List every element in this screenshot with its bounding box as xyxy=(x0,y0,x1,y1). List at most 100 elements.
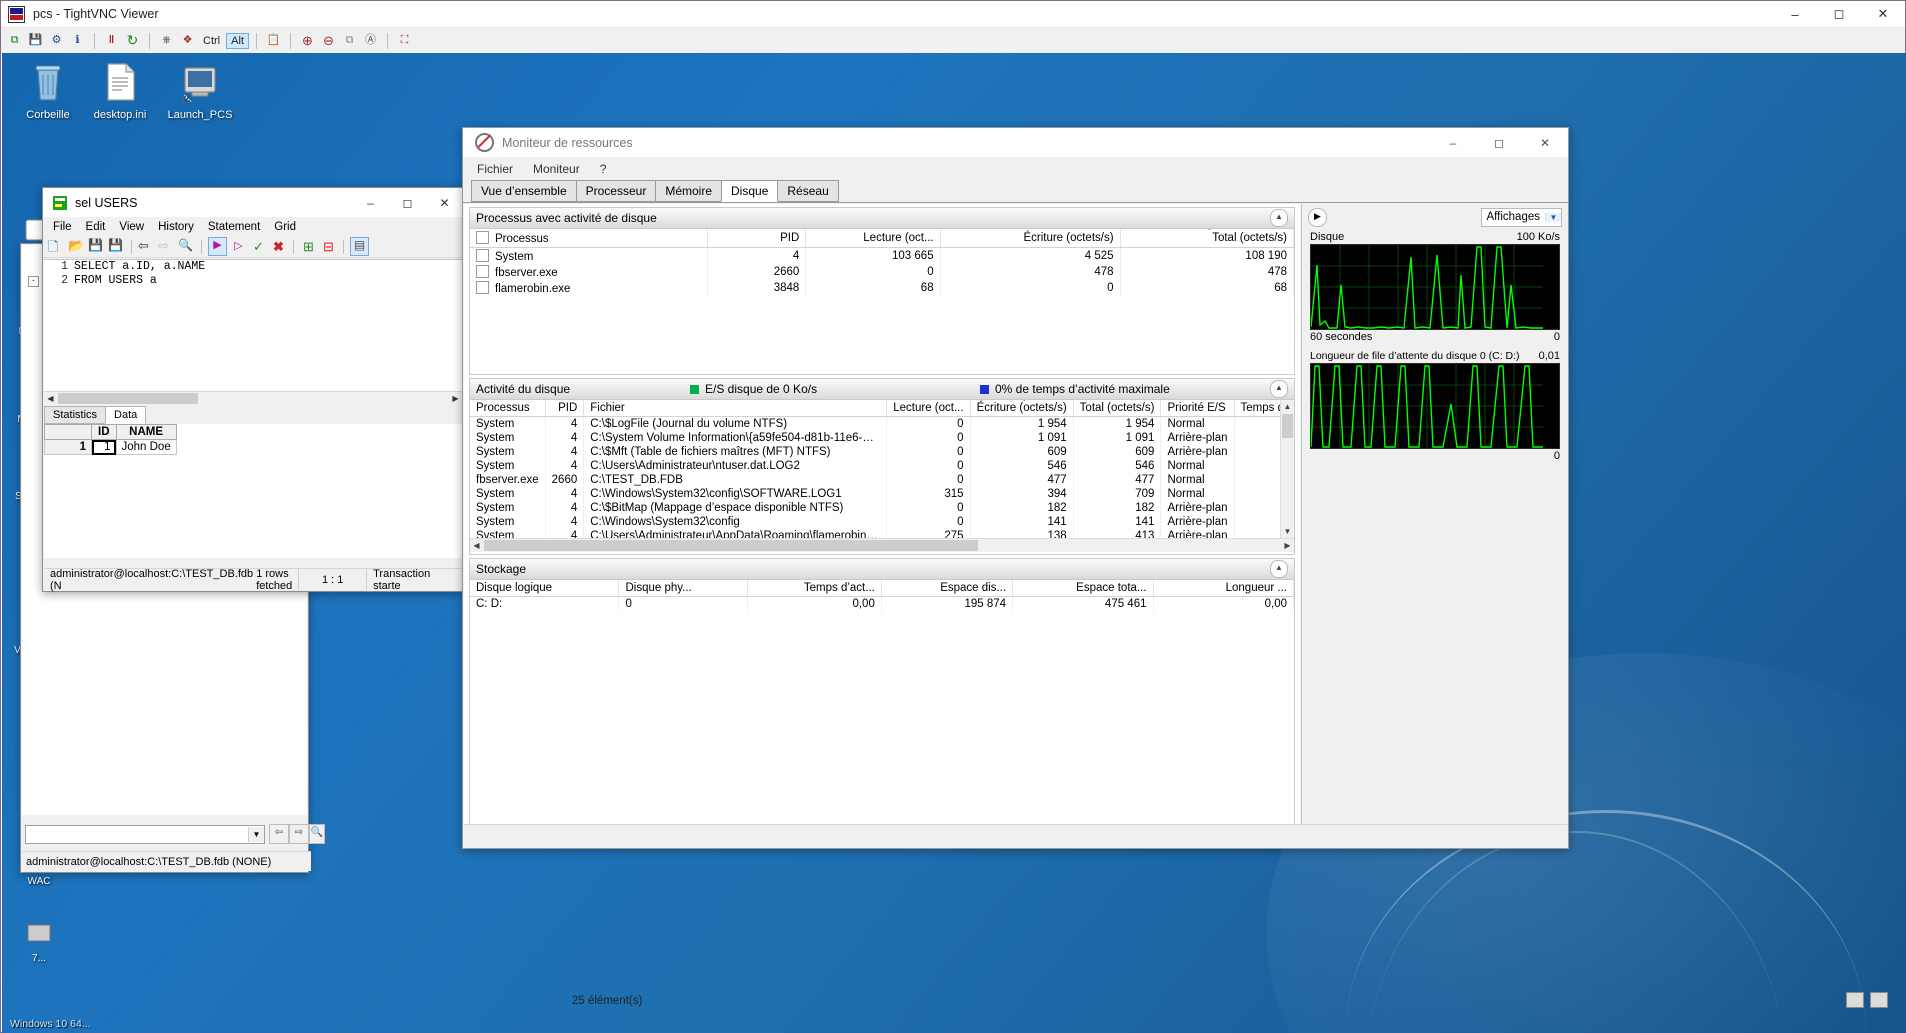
tab-processeur[interactable]: Processeur xyxy=(575,180,657,202)
fullscreen-icon[interactable]: ⛶ xyxy=(395,31,414,50)
views-dropdown[interactable]: Affichages ▼ xyxy=(1480,207,1562,227)
sql-close-button[interactable]: ✕ xyxy=(426,188,463,217)
scroll-down-icon[interactable]: ▼ xyxy=(1281,525,1294,538)
grid-column-name[interactable]: NAME xyxy=(115,424,177,440)
column-header-total-octets-s[interactable]: Total (octets/s) xyxy=(1073,400,1162,417)
table-row[interactable]: C: D: 0 0,00 195 874 475 461 0,00 xyxy=(470,596,1294,611)
tab-vue-d-ensemble[interactable]: Vue d’ensemble xyxy=(471,180,577,202)
select-all-checkbox[interactable] xyxy=(476,231,489,244)
rm-maximize-button[interactable]: ◻ xyxy=(1476,128,1522,157)
table-row[interactable]: System 4 C:\$LogFile (Journal du volume NT… xyxy=(470,416,1294,431)
editor-horizontal-scrollbar[interactable]: ◀ ▶ xyxy=(44,391,462,406)
zoom-auto-icon[interactable]: Ⓐ xyxy=(361,31,380,50)
scroll-left-icon[interactable]: ◀ xyxy=(44,393,57,405)
vnc-close-button[interactable]: ✕ xyxy=(1861,1,1905,27)
menu-edit[interactable]: Edit xyxy=(86,221,106,233)
menu-history[interactable]: History xyxy=(158,221,194,233)
column-header-total-octets-s[interactable]: Total (octets/s)˅ xyxy=(1120,229,1294,248)
table-row[interactable]: System 4 C:\$BitMap (Mappage d’espace disp… xyxy=(470,501,1294,515)
grid-insert-icon[interactable]: ⊞ xyxy=(300,238,317,255)
tree-filter-combo[interactable]: ▼ xyxy=(25,825,265,844)
rm-minimize-button[interactable]: ‒ xyxy=(1430,128,1476,157)
commit-icon[interactable]: ✓ xyxy=(250,238,267,255)
chevron-up-icon[interactable]: ▲ xyxy=(1270,380,1288,398)
row-checkbox[interactable] xyxy=(476,281,489,294)
refresh-icon[interactable]: ↻ xyxy=(123,31,142,50)
undo-icon[interactable]: ⇦ xyxy=(138,238,155,255)
tab-statistics[interactable]: Statistics xyxy=(44,406,107,424)
table-row[interactable]: System 4 C:\Windows\System32\config\SOFTWA… xyxy=(470,487,1294,501)
scroll-left-icon[interactable]: ◀ xyxy=(470,541,483,550)
column-header-espace-dis[interactable]: Espace dis... xyxy=(881,580,1014,597)
result-grid[interactable]: ID NAME 1 1 John Doe xyxy=(44,424,462,558)
connection-options-icon[interactable]: ⚙ xyxy=(47,31,66,50)
cell-id[interactable]: 1 xyxy=(91,439,117,455)
tree-search-button[interactable]: 🔍 xyxy=(309,824,325,844)
cell-name[interactable]: John Doe xyxy=(115,439,177,455)
column-header-espace-tota[interactable]: Espace tota... xyxy=(1012,580,1154,597)
redo-icon[interactable]: ⇨ xyxy=(158,238,175,255)
new-connection-icon[interactable]: ⧉ xyxy=(5,31,24,50)
tree-prev-button[interactable]: ⇦ xyxy=(269,824,289,844)
column-header-criture-octets-s[interactable]: Écriture (octets/s)˅ xyxy=(970,400,1074,417)
row-checkbox[interactable] xyxy=(476,249,489,262)
send-keys-icon[interactable]: ❖ xyxy=(178,31,197,50)
column-header-lecture-oct[interactable]: Lecture (oct... xyxy=(886,400,971,417)
sql-minimize-button[interactable]: ‒ xyxy=(352,188,389,217)
column-header-pid[interactable]: PID xyxy=(545,400,585,417)
table-row[interactable]: fbserver.exe 2660 0 478 478 xyxy=(470,264,1294,280)
column-header-lecture-oct[interactable]: Lecture (oct... xyxy=(805,229,941,248)
new-icon[interactable]: 🗋 xyxy=(48,238,65,255)
menu-statement[interactable]: Statement xyxy=(208,221,260,233)
table-row[interactable]: System 4 C:\$Mft (Table de fichiers maître… xyxy=(470,445,1294,459)
disk-processes-panel-header[interactable]: Processus avec activité de disque ▲ xyxy=(470,208,1294,229)
clipboard-icon[interactable]: 📋 xyxy=(264,31,283,50)
sql-code-editor[interactable]: 1 SELECT a.ID, a.NAME 2 FROM USERS a xyxy=(44,259,462,392)
table-row[interactable]: flamerobin.exe 3848 68 0 68 xyxy=(470,280,1294,296)
column-header-disque-logique[interactable]: Disque logique xyxy=(470,580,620,597)
execute-step-icon[interactable]: ▷ xyxy=(230,238,247,255)
find-icon[interactable]: 🔍 xyxy=(178,238,195,255)
chevron-down-icon[interactable]: ▼ xyxy=(1545,212,1561,222)
scroll-right-icon[interactable]: ▶ xyxy=(449,393,462,405)
details-view-icon[interactable] xyxy=(1846,992,1864,1008)
column-header-processus[interactable]: Processus xyxy=(470,229,709,248)
pause-icon[interactable]: ‖ xyxy=(102,31,121,50)
desktop-icon-launch-pcs[interactable]: Launch_PCS xyxy=(154,58,246,122)
table-row[interactable]: fbserver.exe 2660 C:\TEST_DB.FDB 0 477 477 Nor… xyxy=(470,473,1294,487)
menu-moniteur[interactable]: Moniteur xyxy=(533,162,580,176)
tab-data[interactable]: Data xyxy=(105,406,147,424)
scroll-right-icon[interactable]: ▶ xyxy=(1281,541,1294,550)
column-header-temps-d-act[interactable]: Temps d’act... xyxy=(747,580,882,597)
tree-toggle-icon[interactable]: - xyxy=(28,275,39,287)
desktop-icon-desktop-ini[interactable]: desktop.ini xyxy=(74,58,166,122)
vnc-maximize-button[interactable]: ◻ xyxy=(1817,1,1861,27)
open-icon[interactable]: 📂 xyxy=(68,238,85,255)
column-header-processus[interactable]: Processus xyxy=(470,400,546,417)
storage-panel-header[interactable]: Stockage ▲ xyxy=(470,559,1294,580)
column-header-criture-octets-s[interactable]: Écriture (octets/s) xyxy=(940,229,1121,248)
vnc-minimize-button[interactable]: ‒ xyxy=(1773,1,1817,27)
tab-r-seau[interactable]: Réseau xyxy=(777,180,839,202)
tab-m-moire[interactable]: Mémoire xyxy=(655,180,723,202)
menu-help[interactable]: ? xyxy=(600,162,607,176)
disk-activity-panel-header[interactable]: Activité du disque E/S disque de 0 Ko/s … xyxy=(470,379,1294,400)
row-checkbox[interactable] xyxy=(476,265,489,278)
connection-info-icon[interactable]: ℹ xyxy=(68,31,87,50)
save-icon[interactable]: 💾 xyxy=(88,238,105,255)
column-header-disque-phy[interactable]: Disque phy... xyxy=(618,580,748,597)
sql-maximize-button[interactable]: ◻ xyxy=(389,188,426,217)
scrollbar-thumb[interactable] xyxy=(1282,414,1293,438)
table-row[interactable]: 1 1 John Doe xyxy=(44,439,177,455)
zoom-in-icon[interactable]: ⊕ xyxy=(298,31,317,50)
scrollbar-thumb[interactable] xyxy=(484,540,979,551)
activity-horizontal-scrollbar[interactable]: ◀ ▶ xyxy=(470,538,1294,552)
table-row[interactable]: System 4 103 665 4 525 108 190 xyxy=(470,247,1294,264)
grid-delete-icon[interactable]: ⊟ xyxy=(320,238,337,255)
menu-file[interactable]: File xyxy=(53,221,72,233)
activity-vertical-scrollbar[interactable]: ▲ ▼ xyxy=(1280,400,1294,538)
table-row[interactable]: System 4 C:\Users\Administrateur\AppData\R… xyxy=(470,529,1294,538)
scrollbar-thumb[interactable] xyxy=(58,393,198,404)
menu-fichier[interactable]: Fichier xyxy=(477,162,513,176)
chevron-down-icon[interactable]: ▼ xyxy=(248,827,264,842)
